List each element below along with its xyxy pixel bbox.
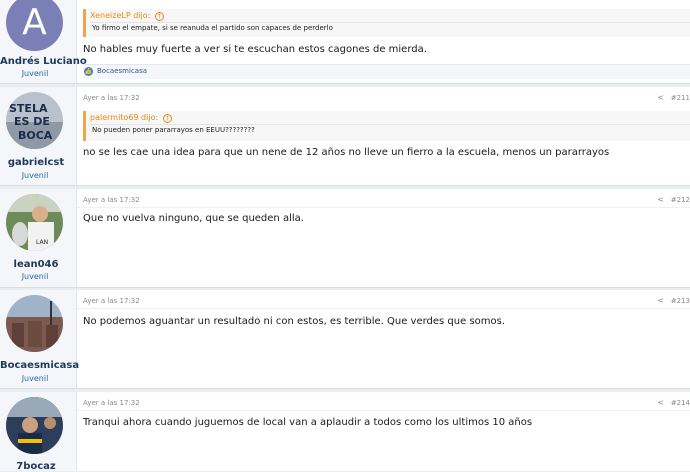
quote-header[interactable]: palermito69 dijo: ↑ bbox=[90, 113, 172, 123]
avatar-letter: A bbox=[6, 0, 63, 51]
share-icon[interactable]: < bbox=[657, 93, 664, 102]
post-number[interactable]: #213 bbox=[671, 297, 690, 305]
quote-author: XeneizeLP dijo: bbox=[90, 11, 151, 20]
quote-text: No pueden poner pararrayos en EEUU??????… bbox=[92, 126, 255, 134]
share-icon[interactable]: < bbox=[657, 398, 664, 407]
quote-text: Yo firmo el empate, si se reanuda el par… bbox=[92, 24, 333, 32]
avatar[interactable] bbox=[6, 295, 63, 352]
username[interactable]: gabrielcst bbox=[0, 157, 72, 168]
post-body: no se les cae una idea para que un nene … bbox=[83, 147, 610, 158]
user-role: Juvenil bbox=[21, 171, 49, 180]
post-number[interactable]: #214 bbox=[671, 399, 690, 407]
username[interactable]: Bocaesmicasa bbox=[0, 360, 79, 371]
post-date[interactable]: Ayer a las 17:32 bbox=[83, 297, 140, 305]
avatar-image: STELA ES DE BOCA bbox=[6, 92, 63, 149]
post-body: Tranqui ahora cuando juguemos de local v… bbox=[83, 417, 533, 428]
quote-divider bbox=[90, 124, 690, 125]
post-user-panel: 7bocaz bbox=[0, 392, 77, 472]
reactions-bar[interactable]: 👍 Bocaesmicasa bbox=[83, 64, 690, 79]
quote-block: XeneizeLP dijo: ↑ Yo firmo el empate, si… bbox=[83, 9, 690, 37]
meta-divider bbox=[77, 308, 690, 309]
quote-author: palermito69 dijo: bbox=[90, 113, 159, 122]
post-main: Ayer a las 17:32 < #213 No podemos aguan… bbox=[77, 290, 690, 388]
meta-divider bbox=[77, 410, 690, 411]
svg-text:BOCA: BOCA bbox=[18, 129, 53, 142]
avatar[interactable]: LAN bbox=[6, 194, 63, 251]
meta-divider bbox=[77, 207, 690, 208]
quote-divider bbox=[90, 22, 690, 23]
post-user-panel: STELA ES DE BOCA gabrielcst Juvenil bbox=[0, 87, 77, 185]
thread: A Andrés Luciano Juvenil XeneizeLP dijo:… bbox=[0, 0, 690, 472]
up-arrow-circle-icon[interactable]: ↑ bbox=[154, 12, 164, 21]
post-user-panel: LAN lean046 Juvenil bbox=[0, 189, 77, 287]
post-date[interactable]: Ayer a las 17:32 bbox=[83, 94, 140, 102]
like-icon: 👍 bbox=[84, 67, 93, 76]
post-date[interactable]: Ayer a las 17:32 bbox=[83, 399, 140, 407]
post-body: Que no vuelva ninguno, que se queden all… bbox=[83, 213, 304, 224]
svg-text:STELA: STELA bbox=[9, 102, 48, 115]
share-icon[interactable]: < bbox=[657, 195, 664, 204]
post-main: Ayer a las 17:32 < #212 Que no vuelva ni… bbox=[77, 189, 690, 287]
post-body: No hables muy fuerte a ver si te escucha… bbox=[83, 44, 427, 55]
share-icon[interactable]: < bbox=[657, 296, 664, 305]
svg-text:LAN: LAN bbox=[36, 239, 48, 246]
reaction-user[interactable]: Bocaesmicasa bbox=[97, 67, 147, 75]
post-main: Ayer a las 17:32 < #214 Tranqui ahora cu… bbox=[77, 392, 690, 471]
post-number[interactable]: #211 bbox=[671, 94, 690, 102]
user-role: Juvenil bbox=[21, 69, 49, 78]
username[interactable]: Andrés Luciano bbox=[0, 56, 87, 67]
post: A Andrés Luciano Juvenil XeneizeLP dijo:… bbox=[0, 0, 690, 84]
post: STELA ES DE BOCA gabrielcst Juvenil Ayer… bbox=[0, 87, 690, 186]
avatar[interactable] bbox=[6, 397, 63, 454]
avatar[interactable]: STELA ES DE BOCA bbox=[6, 92, 63, 149]
post-main: XeneizeLP dijo: ↑ Yo firmo el empate, si… bbox=[77, 0, 690, 83]
post-main: Ayer a las 17:32 < #211 palermito69 dijo… bbox=[77, 87, 690, 185]
post: Bocaesmicasa Juvenil Ayer a las 17:32 < … bbox=[0, 290, 690, 389]
avatar[interactable]: A bbox=[6, 0, 63, 51]
post-date[interactable]: Ayer a las 17:32 bbox=[83, 196, 140, 204]
user-role: Juvenil bbox=[21, 272, 49, 281]
username[interactable]: 7bocaz bbox=[0, 461, 72, 472]
svg-text:ES DE: ES DE bbox=[14, 115, 50, 128]
avatar-image bbox=[6, 397, 63, 454]
user-role: Juvenil bbox=[21, 374, 49, 383]
post: LAN lean046 Juvenil Ayer a las 17:32 < #… bbox=[0, 189, 690, 288]
avatar-image: LAN bbox=[6, 194, 63, 251]
post: 7bocaz Ayer a las 17:32 < #214 Tranqui a… bbox=[0, 392, 690, 472]
post-number[interactable]: #212 bbox=[671, 196, 690, 204]
post-user-panel: A Andrés Luciano Juvenil bbox=[0, 0, 87, 83]
avatar-image bbox=[6, 295, 63, 352]
post-body: No podemos aguantar un resultado ni con … bbox=[83, 316, 506, 327]
up-arrow-circle-icon[interactable]: ↑ bbox=[162, 114, 172, 123]
quote-block: palermito69 dijo: ↑ No pueden poner para… bbox=[83, 111, 690, 141]
post-user-panel: Bocaesmicasa Juvenil bbox=[0, 290, 79, 388]
username[interactable]: lean046 bbox=[0, 259, 72, 270]
quote-header[interactable]: XeneizeLP dijo: ↑ bbox=[90, 11, 164, 21]
